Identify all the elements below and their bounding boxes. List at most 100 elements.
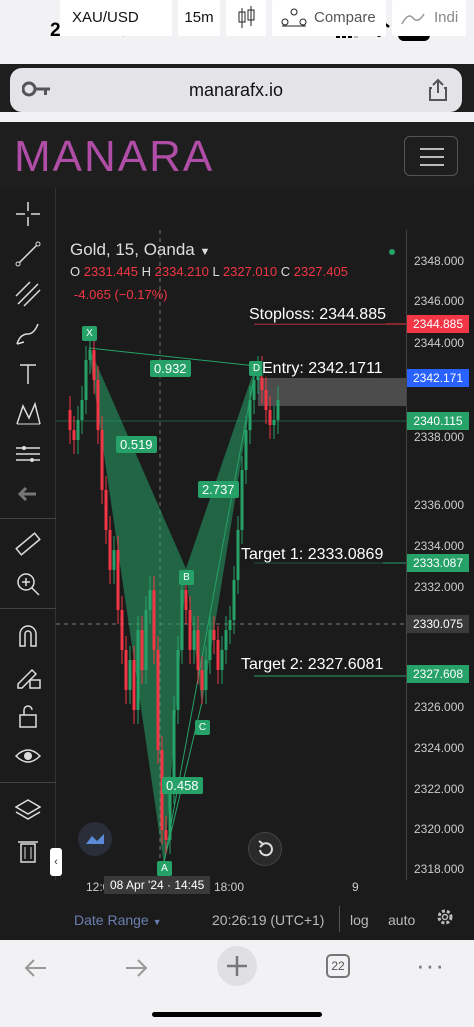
- candle-body: [132, 660, 136, 710]
- chevron-down-icon: ▼: [152, 917, 162, 927]
- trash-icon[interactable]: [14, 836, 42, 864]
- address-bar[interactable]: manarafx.io: [10, 68, 462, 112]
- back-arrow-icon[interactable]: [22, 954, 50, 989]
- close-value: 2327.405: [293, 264, 348, 279]
- ratio-abc: 0.458: [162, 777, 203, 794]
- clock-timezone[interactable]: 20:26:19 (UTC+1): [212, 912, 324, 928]
- candle-body: [112, 550, 116, 570]
- pattern-tool-icon[interactable]: [14, 400, 42, 428]
- candle-body: [80, 400, 84, 420]
- log-scale-toggle[interactable]: log: [350, 912, 369, 928]
- unlock-icon[interactable]: [14, 702, 42, 730]
- candle-body: [120, 610, 124, 650]
- forward-arrow-icon[interactable]: [122, 954, 150, 989]
- zoom-in-icon[interactable]: [14, 570, 42, 598]
- tool-divider: [0, 608, 56, 609]
- candle-body: [148, 590, 152, 610]
- target1-label: Target 1: 2333.0869: [241, 546, 384, 564]
- gear-icon[interactable]: [436, 908, 454, 929]
- candle-body: [216, 640, 220, 670]
- reset-chart-button[interactable]: [248, 832, 282, 866]
- chart-bottom-bar: Date Range ▼ 20:26:19 (UTC+1) log auto: [56, 900, 474, 940]
- candle-body: [236, 530, 240, 580]
- candle-body: [96, 380, 100, 430]
- candle-body: [152, 590, 156, 650]
- symbol-legend[interactable]: Gold, 15, Oanda ▼: [70, 240, 210, 260]
- candle-body: [184, 590, 188, 610]
- hamburger-menu-button[interactable]: [404, 136, 458, 176]
- candle-body: [68, 410, 72, 430]
- candle-body: [212, 630, 216, 640]
- candle-body: [192, 630, 196, 650]
- symbol-search-button[interactable]: XAU/USD: [60, 0, 172, 36]
- collapse-toolbar-button[interactable]: ‹: [50, 848, 62, 876]
- candle-body: [128, 660, 132, 690]
- candle-body: [84, 360, 88, 400]
- candle-body: [104, 490, 108, 530]
- candle-body: [72, 430, 76, 440]
- candle-icon: [226, 6, 266, 40]
- compare-label: Compare: [314, 9, 376, 26]
- candle-body: [88, 350, 92, 360]
- trend-line-icon[interactable]: [14, 240, 42, 268]
- price-label: 2336.000: [414, 498, 465, 512]
- target2-label: Target 2: 2327.6081: [241, 656, 384, 674]
- candle-body: [180, 590, 184, 650]
- pitchfork-icon[interactable]: [14, 280, 42, 308]
- entry-zone: [258, 378, 406, 406]
- text-icon[interactable]: [14, 360, 42, 388]
- compare-button[interactable]: Compare: [272, 0, 386, 36]
- tab-count-button[interactable]: 22: [326, 954, 350, 978]
- candle-body: [140, 630, 144, 670]
- target2-price-badge: 2327.608: [407, 665, 469, 683]
- price-label: 2334.000: [414, 539, 465, 553]
- collapse-arrow-icon[interactable]: [14, 480, 42, 508]
- chart-type-button[interactable]: [226, 0, 266, 36]
- indicator-wave-icon: [400, 0, 426, 36]
- ruler-icon[interactable]: [14, 530, 42, 558]
- candle-body: [264, 390, 268, 410]
- candle-body: [240, 470, 244, 530]
- candle-body: [176, 650, 180, 710]
- crosshair-icon[interactable]: [14, 200, 42, 228]
- site-logo[interactable]: MANARA: [14, 132, 214, 182]
- indicators-label: Indi: [434, 9, 459, 26]
- time-label: 9: [352, 880, 359, 894]
- ohlc-legend: O 2331.445 H 2334.210 L 2327.010 C 2327.…: [70, 264, 348, 279]
- url-text: manarafx.io: [188, 80, 284, 100]
- new-tab-button[interactable]: [217, 946, 257, 986]
- date-range-button[interactable]: Date Range ▼: [74, 912, 162, 928]
- low-label: L: [212, 264, 220, 279]
- more-options-icon[interactable]: ···: [416, 950, 445, 981]
- high-label: H: [141, 264, 151, 279]
- time-axis[interactable]: 12:0 08 Apr '24 · 14:45 18:00 9: [56, 876, 406, 898]
- layers-icon[interactable]: [14, 796, 42, 824]
- eye-icon[interactable]: [14, 742, 42, 770]
- candle-body: [220, 650, 224, 670]
- candle-body: [156, 650, 160, 750]
- magnet-icon[interactable]: [14, 622, 42, 650]
- candle-body: [124, 650, 128, 690]
- price-label: 2344.000: [414, 336, 465, 350]
- open-value: 2331.445: [83, 264, 138, 279]
- crosshair-price-badge: 2330.075: [407, 615, 469, 633]
- candle-body: [276, 400, 280, 420]
- ratio-xab: 0.519: [116, 436, 157, 453]
- interval-button[interactable]: 15m: [178, 0, 220, 36]
- brush-icon[interactable]: [14, 320, 42, 348]
- lock-drawing-icon[interactable]: [14, 662, 42, 690]
- change-value: -4.065 (−0.17%): [74, 287, 168, 302]
- prediction-tool-icon[interactable]: [14, 440, 42, 468]
- refresh-icon: [258, 840, 273, 857]
- stoploss-price-badge: 2344.885: [407, 315, 469, 333]
- candle-body: [136, 630, 140, 710]
- legend-title: Gold, 15, Oanda: [70, 240, 195, 259]
- indicators-button[interactable]: Indi: [392, 0, 466, 36]
- share-icon[interactable]: [428, 78, 448, 107]
- tradingview-logo-icon[interactable]: [78, 822, 112, 856]
- price-label: 2332.000: [414, 580, 465, 594]
- pattern-point-a: A: [157, 861, 172, 876]
- high-value: 2334.210: [154, 264, 209, 279]
- auto-scale-toggle[interactable]: auto: [388, 912, 415, 928]
- candle-body: [248, 400, 252, 430]
